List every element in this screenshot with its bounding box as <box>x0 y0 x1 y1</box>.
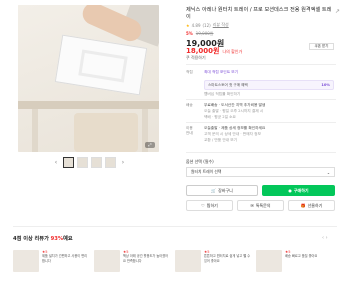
member-benefit-label: 스마트스토어 첫 구매 혜택 <box>208 82 248 87</box>
review-image <box>256 250 282 272</box>
delivery-sub: 고객 문의 시 상세 안내 · 판매자 정보 <box>204 132 261 136</box>
review-image <box>175 250 201 272</box>
cart-label: 장바구니 <box>218 187 233 193</box>
thumbnail[interactable] <box>63 156 74 168</box>
review-card[interactable]: ★5 제품 설치가 간편하고 사용이 편리합니다 <box>13 250 89 280</box>
shipping-sub2: 택배 · 평균 2일 소요 <box>204 115 236 119</box>
review-text-block: ★5 배송 빠르고 품질 좋아요 <box>285 250 317 280</box>
image-cloth <box>74 113 138 152</box>
star-icon: ★ <box>186 22 190 28</box>
review-card[interactable]: ★5 책상 아래 공간 활용도가 높아졌어요 만족합니다 <box>94 250 170 280</box>
member-benefit-box[interactable]: 스마트스토어 첫 구매 혜택 10% <box>204 80 334 90</box>
buy-label: 구매하기 <box>293 187 309 193</box>
present-button[interactable]: 🎁 선물하기 <box>288 200 335 211</box>
zoom-icon[interactable]: ⤢ <box>145 142 155 148</box>
review-card[interactable]: ★5 튼튼하고 원터치로 쉽게 넣고 뺄 수 있어 좋아요 <box>175 250 251 280</box>
product-main-image[interactable]: ⤢ <box>18 5 159 152</box>
pay-icon: ● <box>288 188 292 193</box>
shipping-value: 무료배송 · 도서산간 지역 추가비용 발생 <box>204 103 266 107</box>
image-desk <box>18 101 159 109</box>
review-text: 배송 빠르고 품질 좋아요 <box>285 254 318 259</box>
review-summary-prefix: 4점 이상 리뷰가 <box>13 236 51 242</box>
chat-icon: ✉ <box>250 203 254 208</box>
divider <box>186 99 336 100</box>
original-price: 19,000원 <box>195 31 214 36</box>
rating-bar: ★ 4.89 (12) 리뷰 작성 <box>186 22 229 28</box>
delivery-sub2-row: 교환 / 반품 안내 보기 <box>186 138 332 143</box>
review-image <box>13 250 39 272</box>
cart-button[interactable]: 🛒 장바구니 <box>186 185 258 196</box>
heart-icon: ♡ <box>201 203 205 208</box>
points-row: 적립 최대 적립 포인트 보기 <box>186 70 332 75</box>
product-title: 제닉스 아레나 원터치 트레이 / 프로 모션데스크 전용 원격엑셀 트레이 <box>186 7 332 20</box>
shipping-sub: 오늘 출발 · 평일 오후 2시까지 결제 시 <box>204 109 264 113</box>
sale-price-label[interactable]: 나의 할인가 <box>222 49 242 55</box>
delivery-sub-row: 고객 문의 시 상세 안내 · 판매자 정보 <box>186 132 332 137</box>
review-text-block: ★5 튼튼하고 원터치로 쉽게 넣고 뺄 수 있어 좋아요 <box>204 250 251 280</box>
shipping-key: 배송 <box>186 103 193 107</box>
review-text: 튼튼하고 원터치로 쉽게 넣고 뺄 수 있어 좋아요 <box>204 254 251 263</box>
buy-button[interactable]: ● 구매하기 <box>262 185 335 196</box>
review-link[interactable]: 리뷰 작성 <box>213 22 229 28</box>
talk-button[interactable]: ✉ 톡톡문의 <box>237 200 284 211</box>
shipping-sub2-row: 택배 · 평균 2일 소요 <box>186 115 332 120</box>
thumbnail[interactable] <box>105 156 116 168</box>
cart-icon: 🛒 <box>211 188 217 193</box>
discount-percent: 5% <box>186 31 193 36</box>
review-count[interactable]: (12) <box>203 23 211 28</box>
gift-icon: 🎁 <box>300 203 306 208</box>
thumbnail[interactable] <box>91 156 102 168</box>
delivery-sub2[interactable]: 교환 / 반품 안내 보기 <box>204 138 332 143</box>
section-divider <box>13 226 337 227</box>
divider <box>186 152 336 153</box>
divider <box>186 122 336 123</box>
coupon-apply-link[interactable]: 쿠 적용하기 <box>186 55 206 61</box>
review-image <box>94 250 120 272</box>
like-label: 찜하기 <box>206 202 218 208</box>
points-sub-row: 멤버십 적립률 확인하기 <box>186 92 332 97</box>
chevron-down-icon: ⌄ <box>326 169 330 175</box>
coupon-button[interactable]: 쿠폰 받기 <box>309 43 334 50</box>
points-sub[interactable]: 멤버십 적립률 확인하기 <box>204 92 332 97</box>
review-text-block: ★5 책상 아래 공간 활용도가 높아졌어요 만족합니다 <box>123 250 170 280</box>
shipping-row: 배송 무료배송 · 도서산간 지역 추가비용 발생 <box>186 103 332 108</box>
review-text: 제품 설치가 간편하고 사용이 편리합니다 <box>42 254 88 263</box>
points-link[interactable]: 최대 적립 포인트 보기 <box>204 70 332 75</box>
option-selected-value: 원터치 트레이 선택 <box>191 169 222 174</box>
talk-label: 톡톡문의 <box>255 202 271 208</box>
option-label: 옵션 선택 (필수) <box>186 159 214 164</box>
image-desk-leg <box>32 109 38 152</box>
points-key: 적립 <box>186 70 193 74</box>
review-summary-pct: 93% <box>50 236 64 242</box>
present-label: 선물하기 <box>307 202 323 208</box>
prev-image-icon[interactable]: ‹ <box>52 159 60 166</box>
member-benefit-pct: 10% <box>321 83 330 87</box>
review-card[interactable]: ★5 배송 빠르고 품질 좋아요 <box>256 250 332 280</box>
review-carousel-arrows[interactable]: ‹ › <box>322 235 328 241</box>
thumbnail-strip: ‹ › <box>52 156 127 168</box>
next-image-icon[interactable]: › <box>119 159 127 166</box>
shipping-sub-row: 오늘 출발 · 평일 오후 2시까지 결제 시 <box>186 109 332 114</box>
discount-row: 5% 19,000원 <box>186 31 213 37</box>
divider <box>186 64 336 65</box>
review-text-block: ★5 제품 설치가 간편하고 사용이 편리합니다 <box>42 250 89 280</box>
rating-value: 4.89 <box>191 22 201 28</box>
review-summary-title: 4점 이상 리뷰가 93%예요 <box>13 235 73 242</box>
option-select[interactable]: 원터치 트레이 선택 ⌄ <box>186 167 335 177</box>
like-button[interactable]: ♡ 찜하기 <box>186 200 233 211</box>
review-summary-suffix: 예요 <box>63 236 73 242</box>
share-icon[interactable]: ↗ <box>335 8 340 15</box>
review-text: 책상 아래 공간 활용도가 높아졌어요 만족합니다 <box>123 254 169 263</box>
thumbnail[interactable] <box>77 156 88 168</box>
